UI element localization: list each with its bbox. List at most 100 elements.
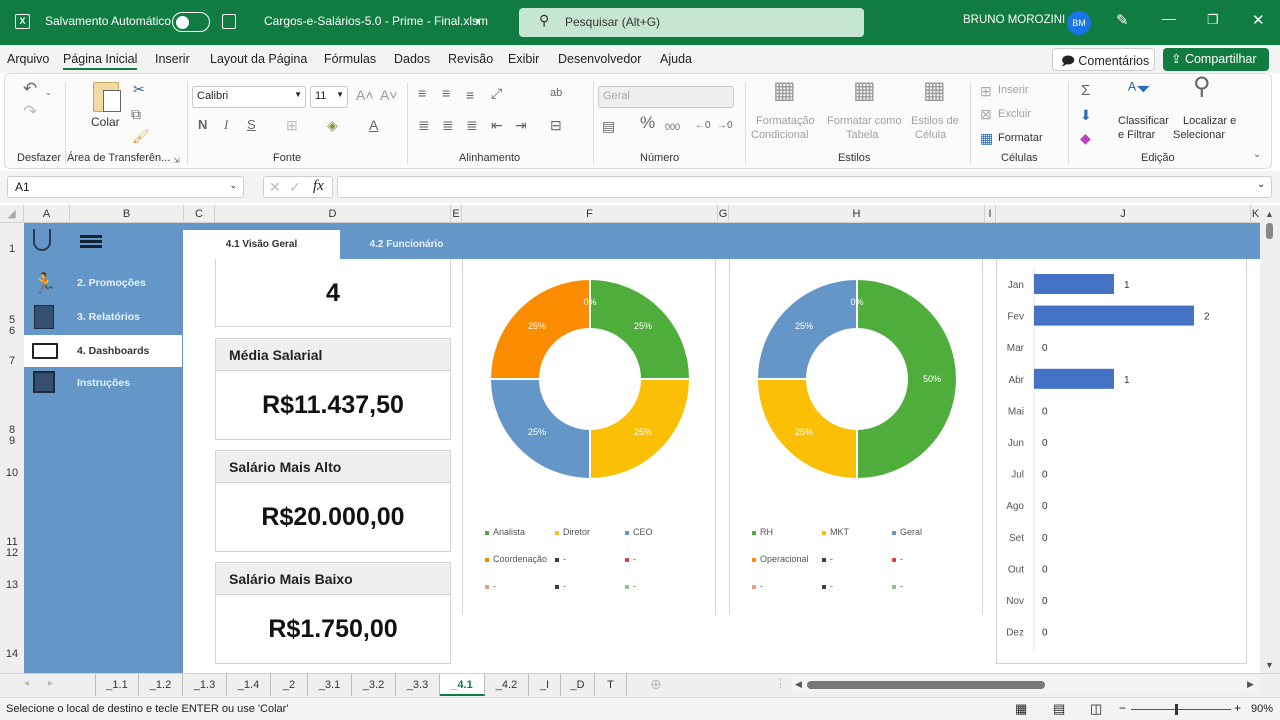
legend-item[interactable]: Diretor xyxy=(555,527,590,537)
insert-cells-icon[interactable]: ⊞ xyxy=(980,84,992,98)
column-header[interactable]: E xyxy=(451,205,462,223)
save-icon[interactable] xyxy=(222,14,236,29)
legend-item[interactable]: - xyxy=(752,581,763,591)
currency-icon[interactable]: ▤ xyxy=(602,119,615,133)
sheet-tab[interactable]: _D xyxy=(561,674,595,696)
legend-item[interactable]: - xyxy=(625,581,636,591)
fill-icon[interactable]: ⬇ xyxy=(1080,108,1092,122)
pen-icon[interactable]: ✎ xyxy=(1116,11,1129,29)
legend-item[interactable]: - xyxy=(822,581,833,591)
hamburger-menu-icon[interactable] xyxy=(80,235,102,248)
sort-filter-icon[interactable]: ᴬ⏷ xyxy=(1128,80,1151,98)
legend-item[interactable]: - xyxy=(892,554,903,564)
legend-item[interactable]: - xyxy=(555,554,566,564)
format-painter-icon[interactable]: 🖌 xyxy=(132,129,150,143)
row-header[interactable]: 13 xyxy=(0,579,24,591)
copy-icon[interactable]: ⧉ xyxy=(131,107,141,121)
decrease-font-icon[interactable]: A˅ xyxy=(380,88,398,102)
column-header[interactable]: G xyxy=(718,205,729,223)
increase-font-icon[interactable]: A˄ xyxy=(356,88,374,102)
autosum-icon[interactable]: Σ xyxy=(1081,83,1090,98)
row-header[interactable]: 10 xyxy=(0,467,24,479)
menu-ajuda[interactable]: Ajuda xyxy=(660,52,692,66)
row-header[interactable]: 9 xyxy=(0,435,24,447)
horizontal-scrollbar[interactable]: ◀ ▶ xyxy=(792,676,1260,694)
sheet-tab[interactable]: _3.1 xyxy=(308,674,352,696)
increase-decimal-icon[interactable]: ←0 xyxy=(695,119,711,133)
zoom-in-button[interactable]: + xyxy=(1234,701,1241,715)
format-table-icon[interactable]: ▦ xyxy=(853,79,876,103)
sheet-tab[interactable]: _4.2 xyxy=(485,674,529,696)
tab-funcionario[interactable]: 4.2 Funcionário xyxy=(340,230,473,259)
worksheet[interactable]: 4.1 Visão Geral 4.2 Funcionário 🏃 2. Pro… xyxy=(24,223,1260,673)
nav-item-instrucoes[interactable]: Instruções xyxy=(24,367,182,399)
close-button[interactable]: ✕ xyxy=(1252,11,1265,29)
add-sheet-icon[interactable]: ⊕ xyxy=(650,676,662,693)
horizontal-scroll-thumb[interactable] xyxy=(807,681,1045,689)
fill-color-icon[interactable]: ◈ xyxy=(327,118,338,132)
decrease-decimal-icon[interactable]: →0 xyxy=(717,119,733,133)
row-header[interactable]: 14 xyxy=(0,648,24,660)
tab-visao-geral[interactable]: 4.1 Visão Geral xyxy=(183,230,340,259)
font-size-select[interactable]: 11 ▼ xyxy=(310,86,348,108)
menu-revisao[interactable]: Revisão xyxy=(448,52,493,66)
legend-item[interactable]: Operacional xyxy=(752,554,809,564)
sheet-tab[interactable]: _4.1 xyxy=(440,674,485,696)
menu-inserir[interactable]: Inserir xyxy=(155,52,190,66)
zoom-slider-thumb[interactable] xyxy=(1175,704,1178,715)
sheet-tab[interactable]: _1.3 xyxy=(183,674,227,696)
search-box[interactable]: ⚲ Pesquisar (Alt+G) xyxy=(519,8,864,37)
sheet-tab[interactable]: T xyxy=(595,674,627,696)
name-box[interactable]: A1 ⌄ xyxy=(7,176,244,198)
percent-icon[interactable]: % xyxy=(640,114,655,131)
bar-abr[interactable] xyxy=(1034,368,1114,389)
font-color-icon[interactable]: A xyxy=(369,118,378,132)
clipboard-launcher-icon[interactable]: ⇲ xyxy=(173,154,180,168)
row-header[interactable]: 1 xyxy=(0,243,24,255)
find-select-label-2[interactable]: Selecionar xyxy=(1173,129,1225,141)
zoom-slider[interactable] xyxy=(1131,709,1231,710)
align-bottom-icon[interactable]: ≡ xyxy=(466,88,474,102)
wrap-text-icon[interactable]: ab xyxy=(550,86,562,100)
legend-item[interactable]: CEO xyxy=(625,527,653,537)
doughnut-chart-departments[interactable]: 50% 25% 25% 0% xyxy=(730,259,984,499)
menu-layout[interactable]: Layout da Página xyxy=(210,52,307,66)
sheet-tab[interactable]: _I xyxy=(529,674,561,696)
legend-item[interactable]: Geral xyxy=(892,527,922,537)
merge-icon[interactable]: ⊟ xyxy=(550,118,562,132)
conditional-format-label-2[interactable]: Condicional xyxy=(751,129,808,141)
menu-arquivo[interactable]: Arquivo xyxy=(7,52,49,66)
clear-icon[interactable]: ◆ xyxy=(1080,131,1091,145)
redo-icon[interactable]: ↷ xyxy=(23,103,37,120)
prev-sheet-icon[interactable]: ◂ xyxy=(24,678,29,689)
page-break-view-icon[interactable]: ◫ xyxy=(1090,701,1102,717)
cell-styles-label-1[interactable]: Estilos de xyxy=(911,115,959,127)
normal-view-icon[interactable]: ▦ xyxy=(1015,701,1027,717)
scroll-up-icon[interactable]: ▲ xyxy=(1265,209,1274,219)
column-header[interactable]: I xyxy=(985,205,996,223)
column-header[interactable]: C xyxy=(184,205,215,223)
borders-icon[interactable]: ⊞ xyxy=(286,118,298,132)
nav-item-dashboards[interactable]: 4. Dashboards xyxy=(24,335,182,367)
name-box-dropdown-icon[interactable]: ⌄ xyxy=(229,180,237,191)
collapse-ribbon-icon[interactable]: ⌄ xyxy=(1253,148,1261,162)
sheet-tab[interactable]: _3.3 xyxy=(396,674,440,696)
insert-cells-label[interactable]: Inserir xyxy=(998,84,1029,96)
row-header[interactable]: 7 xyxy=(0,355,24,367)
column-header[interactable]: B xyxy=(70,205,184,223)
underline-button[interactable]: S xyxy=(247,118,256,132)
conditional-format-label-1[interactable]: Formatação xyxy=(756,115,815,127)
cut-icon[interactable]: ✂ xyxy=(133,82,145,96)
scroll-right-icon[interactable]: ▶ xyxy=(1247,679,1254,690)
delete-cells-label[interactable]: Excluir xyxy=(998,108,1031,120)
align-left-icon[interactable]: ≣ xyxy=(418,118,430,132)
zoom-level[interactable]: 90% xyxy=(1251,703,1273,715)
undo-icon[interactable]: ↶ xyxy=(23,80,37,97)
nav-item-promocoes[interactable]: 🏃 2. Promoções xyxy=(24,267,182,299)
orientation-icon[interactable]: ⤢ xyxy=(491,86,502,100)
menu-dados[interactable]: Dados xyxy=(394,52,430,66)
bar-jan[interactable] xyxy=(1034,274,1114,294)
increase-indent-icon[interactable]: ⇥ xyxy=(515,118,527,132)
zoom-out-button[interactable]: − xyxy=(1119,701,1126,715)
format-table-label-2[interactable]: Tabela xyxy=(846,129,878,141)
